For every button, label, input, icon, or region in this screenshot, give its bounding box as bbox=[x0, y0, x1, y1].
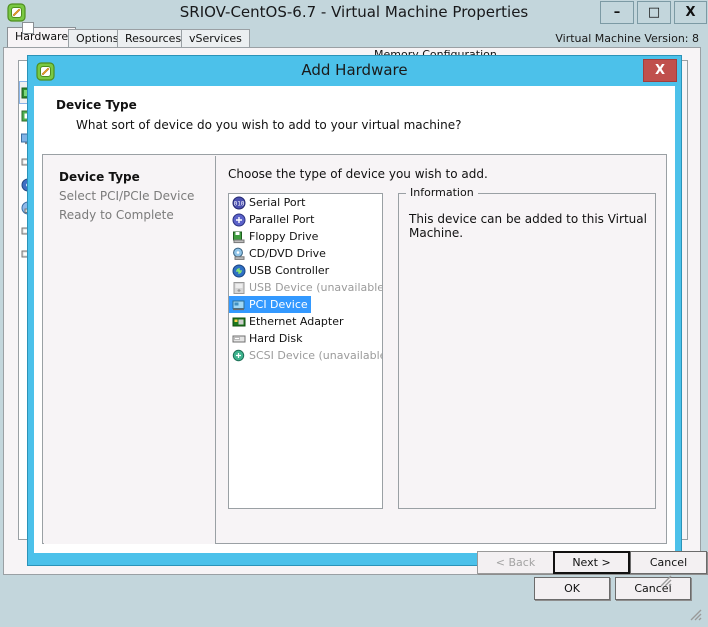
maximize-button[interactable]: □ bbox=[637, 1, 671, 24]
dialog-resize-grip[interactable] bbox=[659, 574, 672, 587]
device-label: Ethernet Adapter bbox=[249, 315, 344, 328]
device-item-scsi-device: SCSI Device (unavailable) bbox=[229, 347, 382, 364]
device-item-pci-device[interactable]: PCI Device bbox=[229, 296, 311, 313]
window-titlebar: SRIOV-CentOS-6.7 - Virtual Machine Prope… bbox=[0, 0, 708, 26]
device-label: SCSI Device (unavailable) bbox=[249, 349, 383, 362]
wizard-header: Device Type What sort of device do you w… bbox=[34, 86, 675, 152]
device-label: PCI Device bbox=[249, 298, 308, 311]
wizard-content: Device Type Select PCI/PCIe Device Ready… bbox=[42, 154, 667, 544]
serial-port-icon: 010 bbox=[232, 196, 246, 210]
step-device-type[interactable]: Device Type bbox=[59, 170, 140, 184]
floppy-drive-icon bbox=[232, 230, 246, 244]
device-item-floppy-drive[interactable]: Floppy Drive bbox=[229, 228, 382, 245]
device-item-usb-device: USB Device (unavailable) bbox=[229, 279, 382, 296]
close-button[interactable]: X bbox=[674, 1, 707, 24]
ok-button[interactable]: OK bbox=[534, 577, 610, 600]
dialog-body: Device Type What sort of device do you w… bbox=[34, 86, 707, 587]
device-item-cd-dvd-drive[interactable]: CD/DVD Drive bbox=[229, 245, 382, 262]
tab-hardware[interactable]: Hardware bbox=[7, 27, 77, 48]
usb-controller-icon bbox=[232, 264, 246, 278]
pci-device-icon bbox=[232, 298, 246, 312]
vm-version-label: Virtual Machine Version: 8 bbox=[555, 32, 699, 45]
device-label: Hard Disk bbox=[249, 332, 303, 345]
add-hardware-dialog: Add Hardware X Device Type What sort of … bbox=[27, 55, 707, 587]
dialog-close-button[interactable]: X bbox=[643, 59, 677, 82]
information-legend: Information bbox=[406, 186, 478, 199]
device-label: USB Device (unavailable) bbox=[249, 281, 383, 294]
wizard-header-title: Device Type bbox=[56, 98, 137, 112]
tab-vservices[interactable]: vServices bbox=[181, 29, 250, 48]
device-item-serial-port[interactable]: 010 Serial Port bbox=[229, 194, 382, 211]
device-label: Floppy Drive bbox=[249, 230, 319, 243]
minimize-button[interactable]: – bbox=[600, 1, 634, 24]
device-type-list[interactable]: 010 Serial Port Parallel Port Floppy Dri… bbox=[228, 193, 383, 509]
hard-disk-icon bbox=[232, 332, 246, 346]
wizard-cancel-button[interactable]: Cancel bbox=[630, 551, 707, 574]
choose-device-label: Choose the type of device you wish to ad… bbox=[228, 167, 488, 181]
next-button[interactable]: Next > bbox=[553, 551, 630, 574]
device-item-parallel-port[interactable]: Parallel Port bbox=[229, 211, 382, 228]
device-label: USB Controller bbox=[249, 264, 330, 277]
dialog-title: Add Hardware bbox=[301, 61, 408, 79]
device-label: Parallel Port bbox=[249, 213, 315, 226]
wizard-steps-panel: Device Type Select PCI/PCIe Device Ready… bbox=[44, 156, 216, 544]
tab-resources[interactable]: Resources bbox=[117, 29, 190, 48]
information-text: This device can be added to this Virtual… bbox=[409, 212, 647, 240]
cancel-button[interactable]: Cancel bbox=[615, 577, 691, 600]
resize-grip[interactable] bbox=[689, 608, 702, 621]
dialog-titlebar: Add Hardware X bbox=[28, 56, 681, 86]
device-item-usb-controller[interactable]: USB Controller bbox=[229, 262, 382, 279]
step-select-pci[interactable]: Select PCI/PCIe Device bbox=[59, 189, 194, 203]
parallel-port-icon bbox=[232, 213, 246, 227]
svg-text:010: 010 bbox=[234, 200, 245, 207]
device-label: CD/DVD Drive bbox=[249, 247, 326, 260]
usb-device-icon bbox=[232, 281, 246, 295]
show-all-devices-checkbox[interactable] bbox=[22, 22, 34, 34]
scsi-device-icon bbox=[232, 349, 246, 363]
ethernet-adapter-icon bbox=[232, 315, 246, 329]
device-item-ethernet-adapter[interactable]: Ethernet Adapter bbox=[229, 313, 382, 330]
tab-strip: Hardware Options Resources vServices Vir… bbox=[0, 26, 708, 48]
step-ready[interactable]: Ready to Complete bbox=[59, 208, 174, 222]
device-label: Serial Port bbox=[249, 196, 306, 209]
device-item-hard-disk[interactable]: Hard Disk bbox=[229, 330, 382, 347]
information-group-box bbox=[398, 193, 656, 509]
cd-dvd-drive-icon bbox=[232, 247, 246, 261]
wizard-header-subtitle: What sort of device do you wish to add t… bbox=[76, 118, 462, 132]
back-button[interactable]: < Back bbox=[477, 551, 554, 574]
